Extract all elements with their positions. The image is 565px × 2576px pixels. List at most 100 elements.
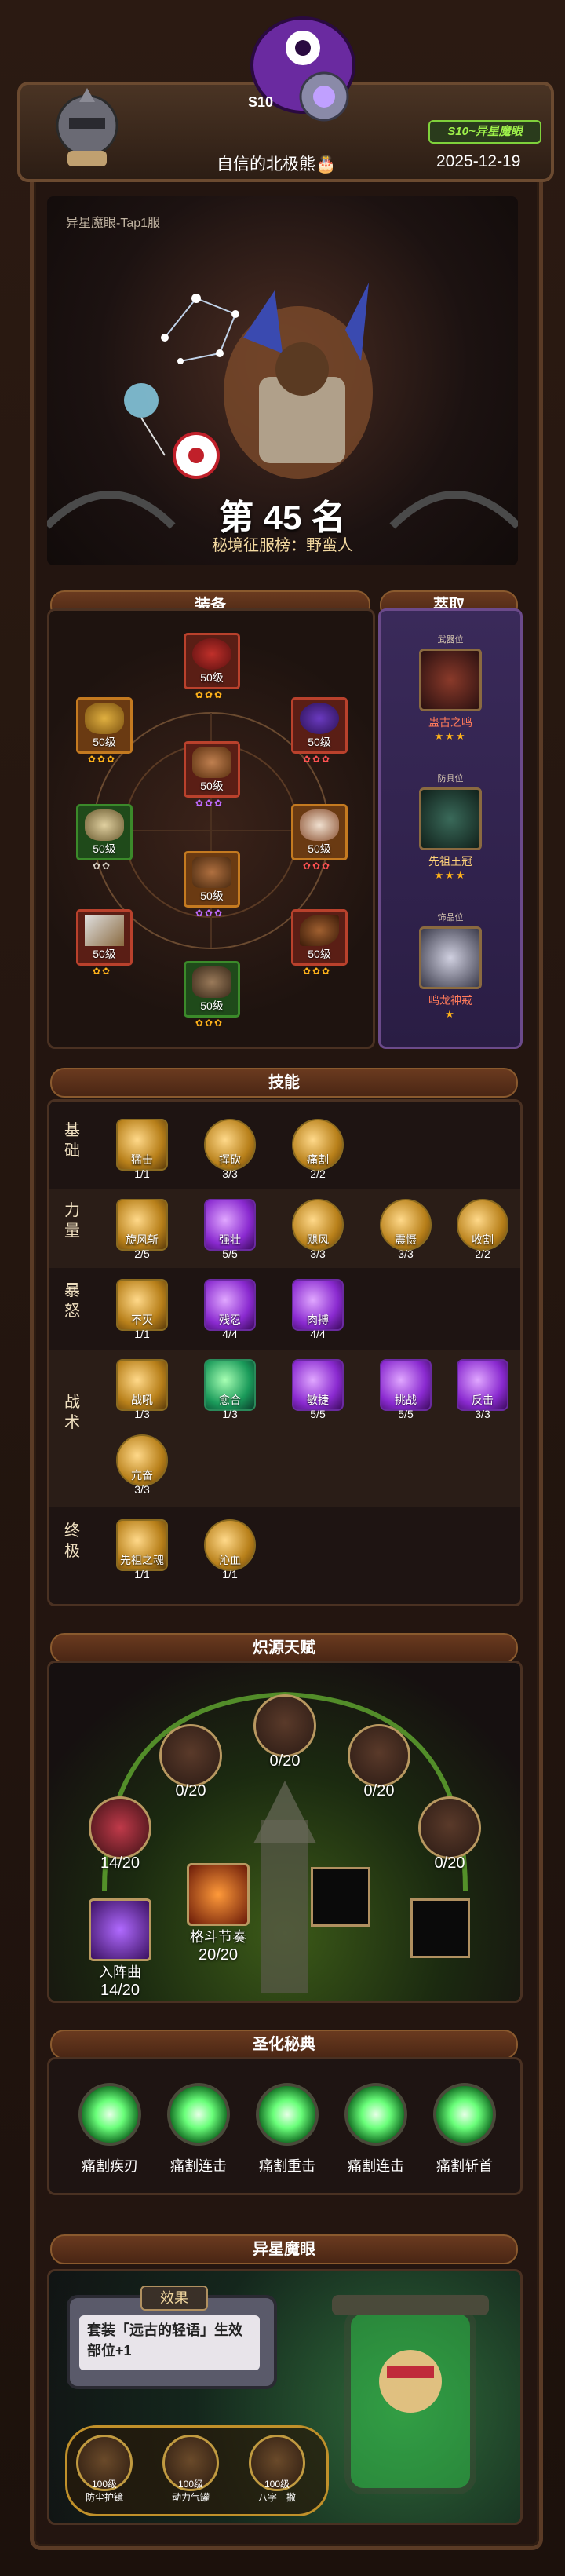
equip-slot-bracer[interactable]: 50级 [291, 804, 348, 860]
horn-icon [419, 649, 482, 711]
skill-item[interactable]: 猛击 1/1 [112, 1119, 172, 1180]
holy-item[interactable]: 痛割连击 [155, 2083, 242, 2176]
skill-item[interactable]: 先祖之魂 1/1 [112, 1519, 172, 1580]
equip-slot-boots[interactable]: 50级 [184, 961, 240, 1018]
talent-node[interactable]: 14/20 [89, 1796, 151, 1873]
battle-song-icon [89, 1898, 151, 1961]
equipment-panel: 50级 ✿✿✿ 50级 ✿✿✿ 50级 ✿✿✿ 50级 ✿✿✿ 50级 ✿✿ 5… [47, 608, 375, 1049]
talent-value: 20/20 [198, 1946, 239, 1964]
skill-item[interactable]: 愈合 1/3 [200, 1359, 260, 1420]
equip-slot-belt[interactable]: 50级 [184, 851, 240, 908]
skill-level: 3/3 [222, 1167, 238, 1180]
empty-talent-slot[interactable] [311, 1867, 370, 1927]
holy-banner: 圣化秘典 [50, 2030, 518, 2059]
extract-panel: 武器位 蛊古之鸣 ★★★ 防具位 先祖王冠 ★★★ 饰品位 鸣龙神戒 ★ [378, 608, 523, 1049]
skill-item[interactable]: 反击 3/3 [453, 1359, 512, 1420]
equip-slot-helm[interactable]: 50级 [184, 633, 240, 689]
skill-item[interactable]: 强壮 5/5 [200, 1199, 260, 1260]
talent-node[interactable]: 0/20 [159, 1724, 222, 1800]
skull-icon [418, 1796, 481, 1859]
bracer-icon [300, 809, 339, 841]
green-orb-icon [78, 2083, 141, 2146]
extract-stars: ★ [445, 1008, 456, 1020]
talents-panel: 0/20 0/20 0/20 14/20 0/20 入阵曲 14/20 格斗节奏 2… [47, 1661, 523, 2003]
skill-item[interactable]: 亢奋 3/3 [112, 1434, 172, 1496]
equip-slot-offhand[interactable]: 50级 [291, 909, 348, 966]
extract-item[interactable]: 饰品位 鸣龙神戒 ★ [381, 911, 520, 1021]
equip-slot-weapon[interactable]: 50级 [76, 909, 133, 966]
talent-node[interactable]: 0/20 [253, 1694, 316, 1770]
skill-item[interactable]: 痛割 2/2 [288, 1119, 348, 1180]
skill-item[interactable]: 旋风斩 2/5 [112, 1199, 172, 1260]
holy-item[interactable]: 痛割连击 [333, 2083, 419, 2176]
season-tag: S10~异星魔眼 [428, 120, 541, 144]
skill-level: 3/3 [398, 1248, 414, 1260]
badge-name: 八字一撇 [257, 2492, 296, 2503]
skill-level: 3/3 [475, 1408, 490, 1420]
extract-name: 蛊古之鸣 [428, 716, 472, 729]
empty-talent-slot[interactable] [410, 1898, 470, 1958]
skill-item[interactable]: 收割 2/2 [453, 1199, 512, 1260]
slot-level: 50级 [308, 948, 331, 960]
skill-item[interactable]: 不灭 1/1 [112, 1279, 172, 1340]
slot-level: 50级 [200, 780, 224, 792]
mod-badge[interactable]: 100级防尘护镜 [73, 2435, 136, 2504]
skill-item[interactable]: 残忍 4/4 [200, 1279, 260, 1340]
skill-item[interactable]: 敏捷 5/5 [288, 1359, 348, 1420]
talent-value: 0/20 [434, 1854, 465, 1872]
horn-icon [300, 915, 339, 946]
holy-panel: 痛割疾刃 痛割连击 痛割重击 痛割连击 痛割斩首 [47, 2057, 523, 2195]
chest-icon [192, 747, 231, 778]
page: S10 S10~异星魔眼 自信的北极熊🎂 2025-12-19 异星魔眼-Tap [0, 0, 565, 2576]
mod-badge[interactable]: 100级 八字一撇 [246, 2435, 308, 2504]
badge-level: 100级 [91, 2479, 118, 2490]
extract-item[interactable]: 武器位 蛊古之鸣 ★★★ [381, 633, 520, 743]
extract-stars: ★★★ [434, 730, 467, 742]
skill-item[interactable]: 飓风 3/3 [288, 1199, 348, 1260]
holy-name: 痛割连击 [348, 2158, 404, 2174]
extract-item[interactable]: 防具位 先祖王冠 ★★★ [381, 772, 520, 882]
skill-item[interactable]: 挥砍 3/3 [200, 1119, 260, 1180]
skill-item[interactable]: 震慑 3/3 [376, 1199, 436, 1260]
green-orb-icon [256, 2083, 319, 2146]
row-label: 基础 [64, 1122, 80, 1160]
skill-name: 痛割 [307, 1153, 329, 1166]
badge-level: 100级 [177, 2479, 204, 2490]
badge-name: 防尘护镜 [85, 2492, 123, 2503]
skill-name: 强壮 [219, 1233, 241, 1246]
holy-item[interactable]: 痛割重击 [244, 2083, 330, 2176]
skill-item[interactable]: 沁血 1/1 [200, 1519, 260, 1580]
skill-name: 飓风 [307, 1233, 329, 1246]
skill-item[interactable]: 战吼 1/3 [112, 1359, 172, 1420]
skill-item[interactable]: 挑战 5/5 [376, 1359, 436, 1420]
talent-node[interactable]: 入阵曲 14/20 [89, 1898, 151, 2000]
holy-item[interactable]: 痛割斩首 [421, 2083, 508, 2176]
holy-item[interactable]: 痛割疾刃 [67, 2083, 153, 2176]
fight-rhythm-icon [187, 1863, 250, 1926]
equip-slot-chest[interactable]: 50级 [184, 741, 240, 798]
talent-node[interactable]: 0/20 [418, 1796, 481, 1873]
crown-icon [419, 787, 482, 850]
slot-level: 50级 [200, 890, 224, 902]
holy-name: 痛割重击 [259, 2158, 315, 2174]
talent-node[interactable]: 0/20 [348, 1724, 410, 1800]
axe-icon [348, 1724, 410, 1787]
equip-slot-gloves[interactable]: 50级 [76, 804, 133, 860]
boots-icon [192, 966, 231, 998]
skill-level: 3/3 [134, 1483, 150, 1496]
equip-slot-shoulder[interactable]: 50级 [76, 697, 133, 754]
skill-name: 挑战 [395, 1394, 417, 1406]
skill-level: 2/5 [134, 1248, 150, 1260]
skills-banner: 技能 [50, 1068, 518, 1098]
equip-slot-amulet[interactable]: 50级 [291, 697, 348, 754]
skill-level: 5/5 [398, 1408, 414, 1420]
skill-level: 3/3 [310, 1248, 326, 1260]
skill-level: 5/5 [310, 1408, 326, 1420]
skill-name: 亢奋 [131, 1469, 153, 1482]
skill-row-ultimate: 终极 先祖之魂 1/1 沁血 1/1 [49, 1510, 520, 1596]
skill-item[interactable]: 肉搏 4/4 [288, 1279, 348, 1340]
holy-name: 痛割连击 [170, 2158, 227, 2174]
talent-node[interactable]: 格斗节奏 20/20 [187, 1863, 250, 1964]
mod-badge[interactable]: 100级 动力气罐 [159, 2435, 222, 2504]
extract-grade: 防具位 [437, 774, 464, 784]
